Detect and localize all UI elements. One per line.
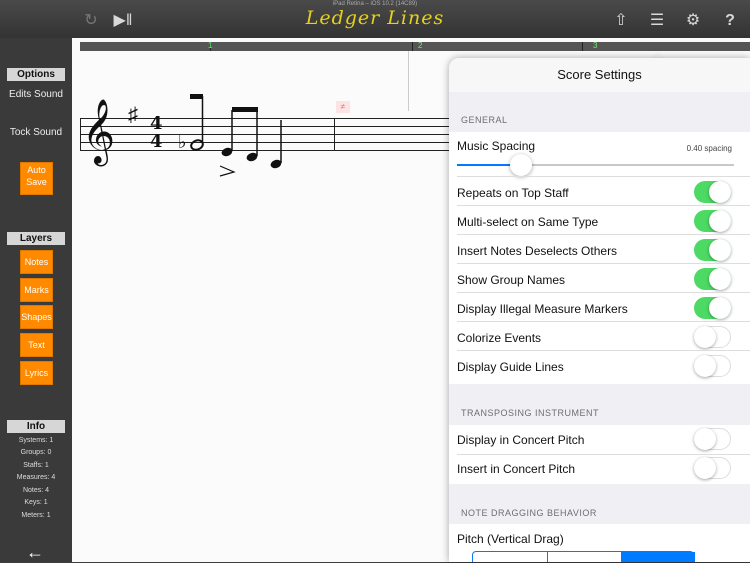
separator bbox=[457, 205, 750, 206]
repeats-top-staff-label: Repeats on Top Staff bbox=[457, 186, 569, 200]
show-group-names-label: Show Group Names bbox=[457, 273, 566, 287]
music-spacing-value: 0.40 spacing bbox=[686, 144, 732, 153]
play-pause-icon[interactable]: ▶‖ bbox=[112, 10, 134, 32]
layer-text-button[interactable]: Text bbox=[20, 333, 53, 357]
auto-save-button[interactable]: Auto Save bbox=[20, 162, 53, 195]
multi-select-label: Multi-select on Same Type bbox=[457, 215, 599, 229]
edits-sound-toggle[interactable]: Edits Sound bbox=[0, 89, 72, 101]
gear-icon[interactable]: ⚙ bbox=[682, 10, 704, 32]
layer-notes-button[interactable]: Notes bbox=[20, 250, 53, 274]
colorize-events-switch[interactable] bbox=[694, 326, 731, 348]
pitch-drag-segmented-control[interactable] bbox=[472, 551, 695, 562]
repeats-top-staff-switch[interactable] bbox=[694, 181, 731, 203]
separator bbox=[457, 350, 750, 351]
popover-title: Score Settings bbox=[449, 58, 750, 92]
switch-knob bbox=[694, 428, 716, 450]
tock-sound-toggle[interactable]: Tock Sound bbox=[0, 127, 72, 139]
share-icon[interactable]: ⇧ bbox=[610, 10, 632, 32]
switch-knob bbox=[694, 355, 716, 377]
concert-pitch-insert-label: Insert in Concert Pitch bbox=[457, 462, 576, 476]
quarter-note-icon bbox=[270, 120, 282, 169]
switch-knob bbox=[709, 181, 731, 203]
sharp-key-signature-icon[interactable]: ♯ bbox=[128, 104, 138, 127]
switch-knob bbox=[709, 268, 731, 290]
info-keys: Keys: 1 bbox=[24, 499, 48, 506]
illegal-measure-markers-label: Display Illegal Measure Markers bbox=[457, 302, 628, 316]
concert-pitch-insert-switch[interactable] bbox=[694, 457, 731, 479]
illegal-measure-marker[interactable]: ≠ bbox=[336, 101, 350, 113]
dragging-settings-group: Pitch (Vertical Drag) bbox=[449, 524, 750, 562]
pitch-vertical-drag-label: Pitch (Vertical Drag) bbox=[457, 532, 564, 546]
treble-clef-icon[interactable]: 𝄞 bbox=[82, 100, 115, 164]
staff-start-barline bbox=[80, 118, 81, 151]
slider-thumb[interactable] bbox=[509, 154, 532, 176]
app-title: Ledger Lines bbox=[305, 7, 445, 29]
separator bbox=[457, 292, 750, 293]
ruler-tick bbox=[412, 42, 413, 51]
transposing-settings-group: Display in Concert Pitch Insert in Conce… bbox=[449, 425, 750, 484]
separator bbox=[457, 263, 750, 264]
switch-knob bbox=[709, 210, 731, 232]
ruler-measure-2: 2 bbox=[418, 41, 423, 50]
redo-icon[interactable]: ↻ bbox=[80, 10, 102, 32]
switch-knob bbox=[709, 239, 731, 261]
switch-knob bbox=[694, 457, 716, 479]
layer-lyrics-button[interactable]: Lyrics bbox=[20, 361, 53, 385]
back-arrow-icon[interactable]: ← bbox=[26, 542, 44, 563]
show-group-names-switch[interactable] bbox=[694, 268, 731, 290]
segment-divider bbox=[547, 552, 548, 562]
separator bbox=[457, 176, 750, 177]
svg-text:♭: ♭ bbox=[178, 132, 187, 153]
barline bbox=[334, 118, 335, 151]
info-groups: Groups: 0 bbox=[20, 449, 52, 456]
score-settings-popover: Score Settings GENERAL Music Spacing 0.4… bbox=[449, 58, 750, 562]
top-toolbar: iPad Retina – iOS 10.2 (14C89) ↻ ▶‖ Ledg… bbox=[0, 0, 750, 38]
multi-select-switch[interactable] bbox=[694, 210, 731, 232]
ruler-tick bbox=[582, 42, 583, 51]
help-icon[interactable]: ? bbox=[719, 10, 741, 32]
info-measures: Measures: 4 bbox=[16, 474, 56, 481]
concert-pitch-display-label: Display in Concert Pitch bbox=[457, 433, 585, 447]
concert-pitch-display-switch[interactable] bbox=[694, 428, 731, 450]
dragging-section-header: NOTE DRAGGING BEHAVIOR bbox=[461, 508, 597, 518]
options-header: Options bbox=[7, 68, 65, 81]
insert-notes-deselects-switch[interactable] bbox=[694, 239, 731, 261]
colorize-events-label: Colorize Events bbox=[457, 331, 542, 345]
info-systems: Systems: 1 bbox=[18, 437, 54, 444]
canvas-divider bbox=[408, 51, 409, 111]
info-header: Info bbox=[7, 420, 65, 433]
illegal-measure-markers-switch[interactable] bbox=[694, 297, 731, 319]
transposing-section-header: TRANSPOSING INSTRUMENT bbox=[461, 408, 600, 418]
separator bbox=[457, 321, 750, 322]
flat-half-note-icon: ♭ bbox=[178, 94, 204, 153]
separator bbox=[457, 234, 750, 235]
general-settings-group: Music Spacing 0.40 spacing Repeats on To… bbox=[449, 132, 750, 384]
info-notes: Notes: 4 bbox=[22, 487, 50, 494]
left-sidebar: Options Edits Sound Tock Sound Auto Save… bbox=[0, 38, 72, 562]
music-spacing-label: Music Spacing bbox=[457, 139, 536, 153]
insert-notes-deselects-label: Insert Notes Deselects Others bbox=[457, 244, 618, 258]
beamed-eighth-notes-icon bbox=[219, 107, 258, 177]
measure-ruler: 1 2 3 bbox=[80, 41, 750, 51]
layers-header: Layers bbox=[7, 232, 65, 245]
ruler-measure-1: 1 bbox=[208, 41, 213, 50]
guide-lines-switch[interactable] bbox=[694, 355, 731, 377]
guide-lines-label: Display Guide Lines bbox=[457, 360, 564, 374]
segment-selected[interactable] bbox=[621, 552, 695, 562]
ruler-measure-3: 3 bbox=[593, 41, 598, 50]
general-section-header: GENERAL bbox=[461, 115, 508, 125]
time-signature-bottom[interactable]: 4 bbox=[150, 133, 163, 151]
switch-knob bbox=[694, 326, 716, 348]
mixer-sliders-icon[interactable]: ☰ bbox=[646, 10, 668, 32]
info-staffs: Staffs: 1 bbox=[23, 462, 49, 469]
layer-marks-button[interactable]: Marks bbox=[20, 278, 53, 302]
layer-shapes-button[interactable]: Shapes bbox=[20, 305, 53, 329]
info-meters: Meters: 1 bbox=[21, 512, 51, 519]
music-spacing-slider[interactable] bbox=[457, 154, 734, 176]
switch-knob bbox=[709, 297, 731, 319]
notes-group[interactable]: ♭ bbox=[172, 90, 302, 190]
separator bbox=[457, 454, 750, 455]
